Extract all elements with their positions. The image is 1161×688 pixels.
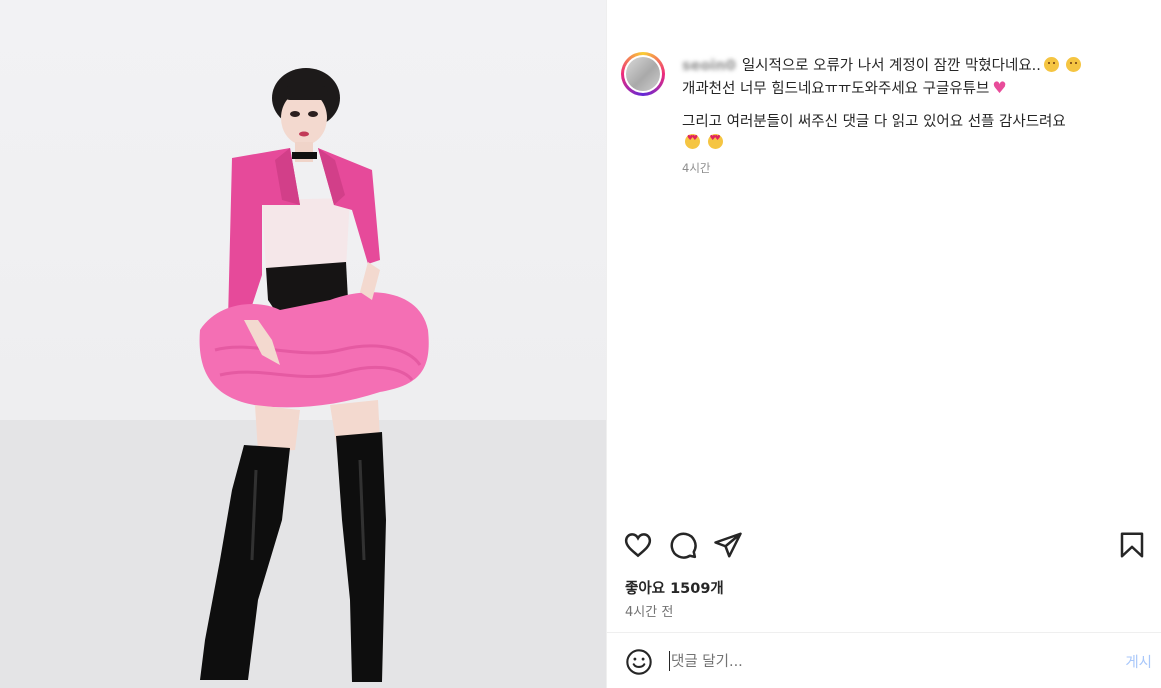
photo-illustration bbox=[0, 68, 606, 688]
avatar-frame bbox=[624, 55, 662, 93]
share-icon[interactable] bbox=[713, 530, 743, 560]
comment-composer: 게시 bbox=[607, 633, 1161, 688]
heart-eyes-face-icon bbox=[685, 134, 700, 149]
post-comment-button[interactable]: 게시 bbox=[1125, 651, 1152, 672]
comment-input[interactable] bbox=[669, 646, 1093, 678]
comment-icon[interactable] bbox=[668, 530, 698, 560]
laughing-face-icon bbox=[1066, 57, 1082, 72]
pleading-face-icon bbox=[1043, 57, 1059, 72]
likes-count[interactable]: 좋아요 1509개 bbox=[625, 577, 724, 598]
comment-line-2: 개과천선 너무 힘드네요ㅠㅠ도와주세요 구글유튜브 bbox=[682, 81, 990, 97]
comment-line-3: 그리고 여러분들이 써주신 댓글 다 읽고 있어요 선플 감사드려요 bbox=[682, 114, 1066, 130]
heart-icon[interactable] bbox=[623, 530, 653, 560]
avatar-image bbox=[626, 57, 660, 91]
comment-text: seoin0 일시적으로 오류가 나서 계정이 잠깐 막혔다네요.. 개과천선 너… bbox=[682, 56, 1142, 179]
comment-paragraph-2: 그리고 여러분들이 써주신 댓글 다 읽고 있어요 선플 감사드려요 bbox=[682, 112, 1142, 154]
posted-time[interactable]: 4시간 전 bbox=[625, 601, 673, 620]
post-photo[interactable] bbox=[0, 0, 606, 688]
bookmark-icon[interactable] bbox=[1117, 530, 1147, 560]
comment-time[interactable]: 4시간 bbox=[682, 158, 1142, 179]
action-bar bbox=[623, 530, 1147, 560]
text-caret bbox=[669, 651, 670, 671]
username-link[interactable]: seoin0 bbox=[682, 58, 736, 74]
pink-heart-icon: ♥ bbox=[992, 78, 1007, 97]
post-sidebar: seoin0 일시적으로 오류가 나서 계정이 잠깐 막혔다네요.. 개과천선 너… bbox=[606, 0, 1161, 688]
emoji-picker-icon[interactable] bbox=[625, 648, 653, 676]
post-dialog: seoin0 일시적으로 오류가 나서 계정이 잠깐 막혔다네요.. 개과천선 너… bbox=[0, 0, 1161, 688]
comment-line-1: 일시적으로 오류가 나서 계정이 잠깐 막혔다네요.. bbox=[741, 58, 1041, 74]
heart-eyes-face-icon bbox=[707, 134, 723, 149]
avatar[interactable] bbox=[621, 52, 665, 96]
